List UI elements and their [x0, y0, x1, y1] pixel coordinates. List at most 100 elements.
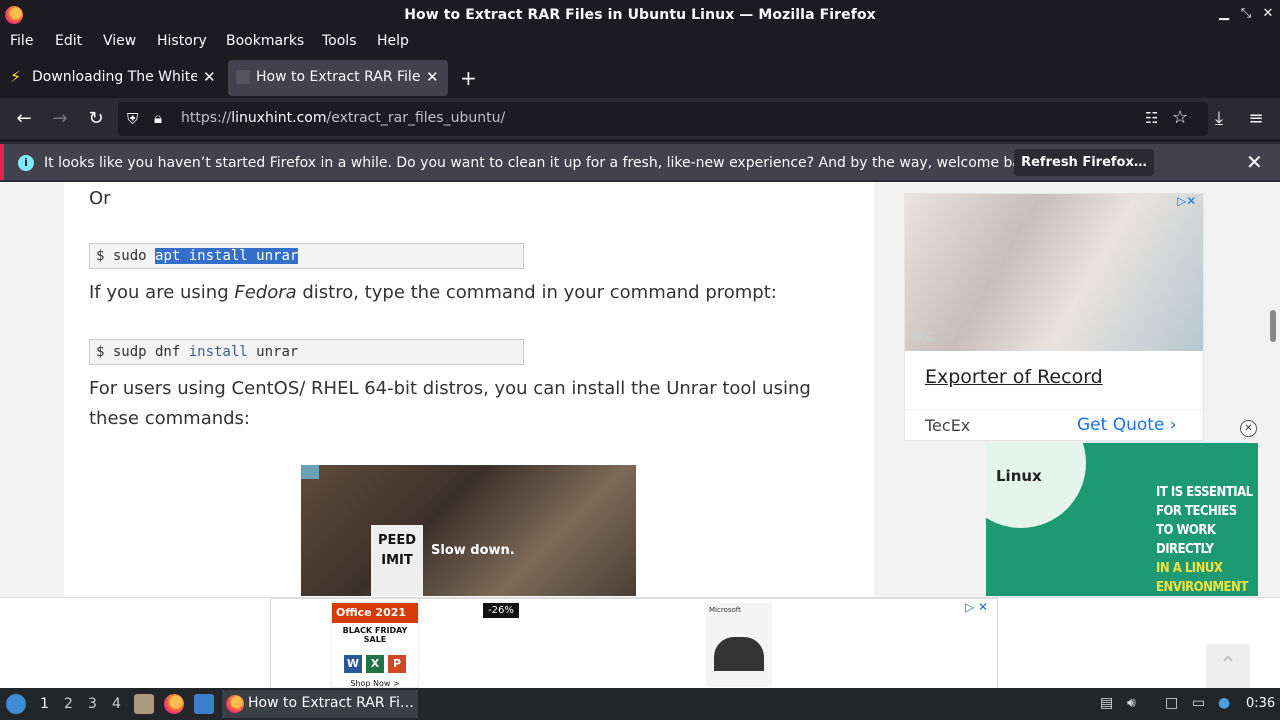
ad-line: FOR TECHIES: [1156, 504, 1237, 519]
menu-bookmarks[interactable]: Bookmarks: [226, 33, 304, 49]
fedora-pre: If you are using: [89, 282, 235, 303]
ad-divider: [905, 409, 1203, 410]
ad-line: IT IS ESSENTIAL: [1156, 485, 1253, 500]
restore-icon[interactable]: ⤡: [1237, 6, 1255, 21]
ad-line: ENVIRONMENT: [1156, 580, 1248, 595]
tab-downloading[interactable]: ⚡ Downloading The White H ✕: [4, 60, 224, 96]
ad-linux[interactable]: Linux IT IS ESSENTIAL FOR TECHIES TO WOR…: [986, 443, 1258, 596]
video-caption: Slow down.: [431, 543, 515, 558]
fedora-paragraph: If you are using Fedora distro, type the…: [89, 278, 777, 308]
video-sign: PEED IMIT: [371, 525, 423, 596]
ad-line: IN A LINUX: [1156, 561, 1223, 576]
ad-line: TO WORK DIRECTLY: [1156, 523, 1216, 557]
url-bar[interactable]: ⛨ 🔒︎ https://linuxhint.com/extract_rar_f…: [118, 102, 1208, 136]
update-icon[interactable]: ●: [1218, 695, 1230, 711]
ad-brand: TecEx: [925, 416, 971, 435]
code-keyword: install: [188, 344, 248, 360]
tab-label: Downloading The White H: [32, 69, 197, 85]
ad-blob: [986, 443, 1086, 528]
info-icon: i: [18, 155, 34, 171]
firefox-launcher-icon[interactable]: [164, 694, 184, 714]
task-label: How to Extract RAR Fi…: [248, 695, 414, 711]
tab-close-icon[interactable]: ✕: [426, 68, 439, 86]
bookmark-star-icon[interactable]: ☆: [1172, 107, 1188, 128]
tab-bar: ⚡ Downloading The White H ✕ How to Extra…: [0, 58, 1280, 98]
adchoices-icon[interactable]: ▷✕: [1177, 194, 1196, 208]
url-domain: linuxhint.com: [231, 110, 327, 126]
linux-logo-text: Linux: [996, 467, 1042, 485]
workspace-4[interactable]: 4: [112, 696, 121, 712]
menu-file[interactable]: File: [10, 33, 33, 49]
office-title: Office 2021: [332, 603, 418, 623]
excel-icon: X: [366, 655, 384, 673]
video-ad[interactable]: PEED IMIT Slow down.: [301, 465, 636, 596]
notification-message: It looks like you haven’t started Firefo…: [44, 155, 1043, 171]
ad-linux-text: IT IS ESSENTIAL FOR TECHIES TO WORK DIRE…: [1156, 483, 1258, 596]
code-rest: unrar: [247, 344, 299, 360]
page-content: Or $ sudo apt install unrar If you are u…: [0, 182, 1280, 688]
office-apps: WXP: [332, 652, 418, 673]
close-icon[interactable]: ✕: [1259, 6, 1277, 21]
notes-icon[interactable]: □: [1165, 695, 1178, 711]
scroll-to-top-button[interactable]: ⌃: [1206, 644, 1250, 688]
firefox-task-icon: [226, 695, 244, 713]
office-sub: BLACK FRIDAY SALE: [342, 626, 408, 644]
desktop-icon[interactable]: [194, 694, 214, 714]
network-icon[interactable]: ▭: [1192, 695, 1205, 711]
shop-now[interactable]: Shop Now >: [332, 679, 418, 688]
code-block-dnf: $ sudp dnf install unrar: [89, 339, 524, 365]
menu-hamburger-icon[interactable]: ≡: [1245, 108, 1267, 129]
downloads-icon[interactable]: ⤓: [1208, 108, 1230, 129]
tab-close-icon[interactable]: ✕: [203, 68, 216, 86]
office-product-box: Microsoft: [706, 603, 772, 687]
file-manager-icon[interactable]: [134, 694, 154, 714]
bottom-ad-banner: Office 2021 BLACK FRIDAY SALE WXP Shop N…: [0, 597, 1280, 688]
ad-cta-label: Get Quote: [1077, 415, 1165, 435]
code-block-apt: $ sudo apt install unrar: [89, 243, 524, 269]
notification-box: i It looks like you haven’t started Fire…: [0, 144, 1280, 180]
menu-bar: File Edit View History Bookmarks Tools H…: [0, 30, 1280, 54]
workspace-1[interactable]: 1: [40, 696, 49, 712]
ad-exporter[interactable]: TEC ▷✕ Exporter of Record TecEx Get Quot…: [904, 193, 1204, 441]
minimize-icon[interactable]: ▁: [1215, 6, 1233, 21]
ad-logo-text: TEC: [911, 330, 935, 344]
centos-paragraph-line2: these commands:: [89, 408, 250, 429]
url-text[interactable]: https://linuxhint.com/extract_rar_files_…: [181, 110, 505, 126]
product-shape: [714, 637, 764, 671]
code-prompt: $ sudo: [96, 248, 156, 264]
ad-image: [905, 194, 1203, 351]
discount-badge: -26%: [483, 603, 519, 618]
ad-close-icon[interactable]: ✕: [1240, 420, 1257, 437]
lock-icon[interactable]: 🔒︎: [154, 109, 162, 127]
start-menu-icon[interactable]: [6, 694, 26, 714]
or-text: Or: [89, 188, 111, 209]
volume-icon[interactable]: 🔊︎: [1127, 695, 1136, 711]
menu-help[interactable]: Help: [377, 33, 409, 49]
scrollbar-thumb[interactable]: [1270, 310, 1276, 342]
reload-icon[interactable]: ↻: [85, 108, 107, 129]
microsoft-label: Microsoft: [709, 606, 741, 614]
menu-edit[interactable]: Edit: [55, 33, 82, 49]
back-icon[interactable]: ←: [13, 108, 35, 129]
clipboard-icon[interactable]: ▤: [1100, 695, 1113, 711]
workspace-3[interactable]: 3: [88, 696, 97, 712]
reader-view-icon[interactable]: ☷: [1145, 109, 1158, 127]
ad-cta-button[interactable]: Get Quote ›: [1077, 415, 1177, 435]
tab-extract-rar[interactable]: How to Extract RAR Files ✕: [228, 60, 448, 96]
ad-headline[interactable]: Exporter of Record: [925, 366, 1103, 388]
task-firefox-window[interactable]: How to Extract RAR Fi…: [222, 690, 418, 718]
refresh-firefox-button[interactable]: Refresh Firefox…: [1014, 149, 1154, 176]
adchoices-icon[interactable]: ▷ ✕: [965, 600, 988, 614]
menu-history[interactable]: History: [157, 33, 207, 49]
notification-close-icon[interactable]: ✕: [1246, 150, 1263, 174]
selected-command: apt install unrar: [155, 248, 299, 264]
workspace-2[interactable]: 2: [64, 696, 73, 712]
bolt-icon: ⚡: [10, 67, 22, 86]
menu-tools[interactable]: Tools: [322, 33, 357, 49]
shield-icon[interactable]: ⛨: [127, 110, 138, 128]
new-tab-icon[interactable]: +: [460, 66, 477, 90]
office-ad[interactable]: Office 2021 BLACK FRIDAY SALE WXP Shop N…: [270, 598, 998, 688]
menu-view[interactable]: View: [103, 33, 136, 49]
forward-icon[interactable]: →: [49, 108, 71, 129]
url-prefix: https://: [181, 110, 232, 126]
